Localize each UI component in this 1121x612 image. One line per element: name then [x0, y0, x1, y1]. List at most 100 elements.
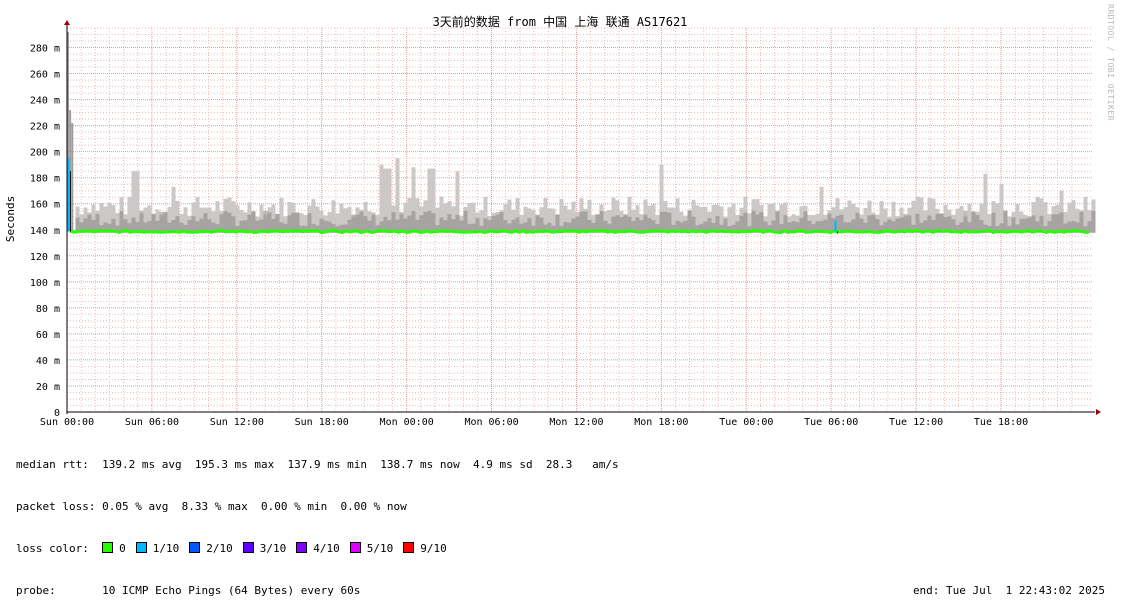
probe-value: 10 ICMP Echo Pings (64 Bytes) every 60s: [102, 584, 361, 597]
loss-color-text: 2/10: [206, 542, 233, 555]
smoke-core: [583, 211, 588, 233]
loss-color-item: 9/10: [403, 542, 447, 556]
loss-color-swatch: [296, 542, 308, 553]
smoke-core: [455, 214, 460, 233]
y-tick-label: 180 m: [30, 174, 60, 185]
x-tick-label: Sun 12:00: [210, 417, 264, 428]
median-rtt-line: [69, 228, 1089, 235]
smoke-core: [227, 212, 232, 233]
smoke-core: [359, 211, 364, 233]
rrdtool-watermark: RRDTOOL / TOBI OETIKER: [1106, 4, 1115, 121]
smoke-core: [803, 211, 808, 233]
packet-loss-values: 0.05 % avg 8.33 % max 0.00 % min 0.00 % …: [102, 500, 407, 513]
loss-color-swatch: [189, 542, 201, 553]
x-tick-label: Tue 06:00: [804, 417, 858, 428]
x-tick-label: Mon 06:00: [464, 417, 518, 428]
y-tick-label: 280 m: [30, 44, 60, 55]
y-tick-label: 20 m: [36, 382, 60, 393]
smoke-core: [175, 216, 180, 233]
smoke-band: [983, 173, 988, 233]
x-tick-label: Mon 12:00: [549, 417, 603, 428]
x-tick-label: Tue 18:00: [974, 417, 1028, 428]
loss-color-item: 0: [102, 542, 126, 556]
legend-loss-color-line: loss color: 0 1/10 2/10 3/10 4/10 5/10 9/10: [16, 542, 1111, 556]
smoke-core: [463, 210, 468, 233]
smoke-core: [1079, 211, 1084, 233]
smoke-core: [139, 210, 144, 233]
y-tick-label: 240 m: [30, 96, 60, 107]
loss-color-text: 1/10: [152, 542, 180, 555]
smoke-core: [1091, 210, 1096, 233]
packet-loss-label: packet loss:: [16, 500, 96, 513]
loss-color-text: 9/10: [420, 542, 447, 555]
x-tick-label: Tue 00:00: [719, 417, 773, 428]
probe-label: probe:: [16, 584, 56, 597]
y-axis-arrow: [64, 20, 70, 25]
x-tick-label: Mon 00:00: [380, 417, 434, 428]
loss-color-text: 5/10: [366, 542, 394, 555]
smoke-core: [203, 213, 208, 233]
loss-color-text: 4/10: [313, 542, 340, 555]
smoke-core: [991, 212, 996, 233]
loss-color-text: 0: [119, 542, 126, 555]
loss-color-list: 0 1/10 2/10 3/10 4/10 5/10 9/10: [102, 542, 457, 555]
smoke-core: [1003, 210, 1008, 233]
loss-color-swatch: [242, 542, 254, 553]
smoke-core: [871, 214, 876, 233]
smoke-core: [615, 215, 620, 233]
x-tick-label: Mon 18:00: [634, 417, 688, 428]
smoke-spike: [71, 123, 74, 232]
smoke-core: [247, 214, 252, 233]
smoke-core: [423, 211, 428, 233]
smoke-core: [1051, 214, 1056, 233]
loss-color-swatch: [349, 542, 361, 553]
y-tick-label: 60 m: [36, 330, 60, 341]
x-tick-label: Sun 06:00: [125, 417, 179, 428]
smoke-core: [163, 212, 168, 233]
y-tick-label: 260 m: [30, 70, 60, 81]
smoke-core: [159, 211, 164, 233]
chart-title: 3天前的数据 from 中国 上海 联通 AS17621: [433, 14, 688, 29]
loss-color-item: 5/10: [349, 542, 394, 556]
y-tick-label: 40 m: [36, 356, 60, 367]
loss-color-item: 1/10: [135, 542, 180, 556]
y-tick-label: 160 m: [30, 200, 60, 211]
loss-color-item: 4/10: [296, 542, 340, 556]
smoke-core: [839, 214, 844, 233]
smoke-core: [775, 211, 780, 233]
loss-color-label: loss color:: [16, 542, 89, 555]
smoke-core: [263, 210, 268, 233]
median-rtt-label: median rtt:: [16, 458, 89, 471]
y-tick-label: 100 m: [30, 278, 60, 289]
loss-color-text: 3/10: [259, 542, 287, 555]
smoke-layer: [67, 31, 1096, 233]
y-tick-label: 80 m: [36, 304, 60, 315]
smoke-core: [827, 213, 832, 233]
label-layer: 020 m40 m60 m80 m100 m120 m140 m160 m180…: [30, 44, 1028, 428]
legend-probe-line: probe: 10 ICMP Echo Pings (64 Bytes) eve…: [16, 584, 1111, 598]
median-rtt-values: 139.2 ms avg 195.3 ms max 137.9 ms min 1…: [102, 458, 619, 471]
smoke-core: [431, 213, 436, 233]
smoke-core: [251, 211, 256, 233]
loss-color-item: 2/10: [189, 542, 233, 556]
legend-median-line: median rtt: 139.2 ms avg 195.3 ms max 13…: [16, 458, 1111, 472]
x-tick-label: Sun 18:00: [295, 417, 349, 428]
end-timestamp: end: Tue Jul 1 22:43:02 2025: [912, 584, 1105, 597]
loss-color-item: 3/10: [242, 542, 287, 556]
smoke-core: [427, 210, 432, 233]
smoke-core: [975, 214, 980, 233]
legend: median rtt: 139.2 ms avg 195.3 ms max 13…: [16, 430, 1111, 612]
loss-color-swatch: [135, 542, 147, 553]
smoke-core: [223, 211, 228, 233]
loss-color-swatch: [403, 542, 415, 553]
smoke-core: [371, 212, 376, 233]
legend-loss-line: packet loss: 0.05 % avg 8.33 % max 0.00 …: [16, 500, 1111, 514]
loss-color-swatch: [102, 542, 114, 553]
x-tick-label: Tue 12:00: [889, 417, 943, 428]
x-axis-arrow: [1096, 409, 1101, 415]
smoke-core: [687, 210, 692, 233]
smoke-core: [151, 214, 156, 233]
smoke-core: [971, 211, 976, 233]
smoke-core: [643, 214, 648, 233]
y-tick-label: 220 m: [30, 122, 60, 133]
